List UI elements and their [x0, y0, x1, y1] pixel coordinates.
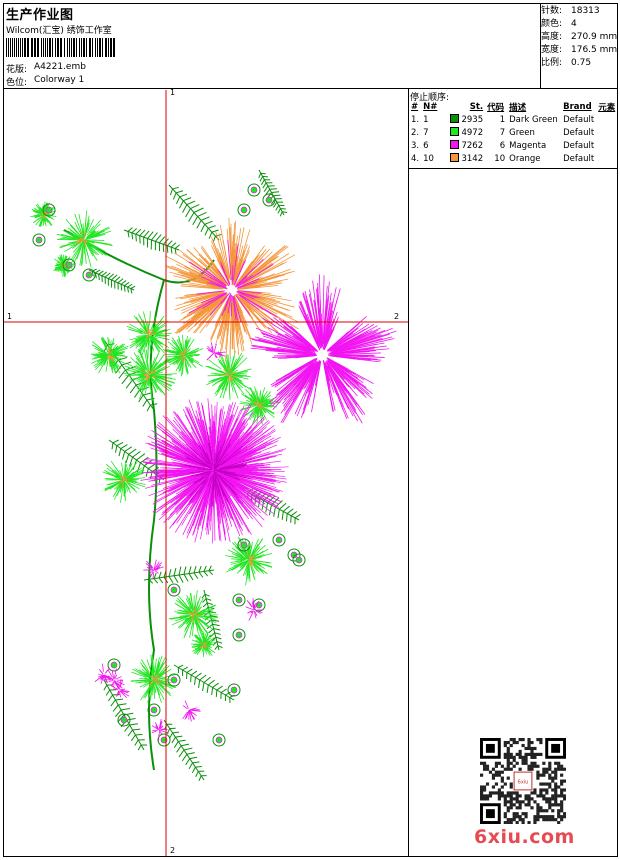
stat-value: 270.9 mm [571, 32, 618, 42]
table-row: 2. 7 4972 7 Green Default [409, 126, 617, 139]
row-n: 7 [423, 127, 429, 138]
row-st: 2935 [443, 113, 485, 126]
stat-label: 高度: [541, 32, 563, 42]
panel-divider [408, 88, 409, 857]
stat-label: 比例: [541, 58, 563, 68]
row-desc: Green [509, 127, 535, 138]
col-code: 代码 [487, 103, 505, 113]
row-element [596, 126, 617, 139]
col-desc: 描述 [509, 103, 527, 113]
col-st: St. [469, 102, 484, 112]
row-element [596, 113, 617, 126]
colorway-value: Colorway 1 [34, 75, 85, 85]
row-brand: Default [563, 153, 595, 164]
stitch-count: 7262 [461, 141, 484, 151]
design-row: 花版: A4221.emb [6, 62, 86, 75]
row-element [596, 139, 617, 152]
col-n: N# [423, 102, 438, 112]
row-num: 2. [411, 127, 420, 138]
row-n: 10 [423, 153, 434, 164]
row-st: 7262 [443, 139, 485, 152]
table-row: 3. 6 7262 6 Magenta Default [409, 139, 617, 152]
row-code: 1 [499, 114, 506, 125]
color-swatch [449, 140, 459, 149]
row-desc: Dark Green [509, 114, 558, 125]
axis-label-left: 1 [7, 312, 13, 321]
row-num: 3. [411, 140, 420, 151]
row-num: 1. [411, 114, 420, 125]
design-stats: 针数: 18313 颜色: 4 高度: 270.9 mm 宽度: 176.5 mm 比例… [541, 5, 617, 70]
embroidery-artwork [30, 169, 397, 781]
watermark-logo: 6xiu.com [474, 826, 575, 848]
row-code: 10 [494, 153, 506, 164]
qr-code-icon: 6xiu [480, 738, 566, 824]
row-st: 4972 [443, 126, 485, 139]
stat-colors: 颜色: 4 [541, 18, 617, 31]
stat-scale: 比例: 0.75 [541, 57, 617, 70]
colorway-label: 色位: [6, 78, 28, 88]
color-swatch [449, 153, 459, 162]
page-title: 生产作业图 [6, 8, 74, 23]
col-element: 元素 [598, 103, 616, 113]
table-row: 4. 10 3142 10 Orange Default [409, 152, 617, 165]
row-desc: Magenta [509, 140, 547, 151]
table-divider [408, 168, 618, 169]
row-element [596, 152, 617, 165]
embroidery-design-canvas [4, 90, 408, 856]
stat-value: 18313 [571, 6, 600, 16]
row-brand: Default [563, 114, 595, 125]
row-st: 3142 [443, 152, 485, 165]
row-n: 1 [423, 114, 429, 125]
stat-value: 4 [571, 19, 577, 29]
axis-label-top: 1 [170, 88, 176, 97]
design-value: A4221.emb [34, 62, 86, 72]
design-label: 花版: [6, 65, 28, 75]
row-num: 4. [411, 153, 420, 164]
stat-width: 宽度: 176.5 mm [541, 44, 617, 57]
stat-height: 高度: 270.9 mm [541, 31, 617, 44]
stitch-count: 4972 [461, 128, 484, 138]
barcode-icon [6, 38, 115, 57]
col-brand: Brand [563, 102, 592, 112]
color-swatch [449, 127, 459, 136]
stat-value: 0.75 [571, 58, 592, 68]
stat-label: 宽度: [541, 45, 563, 55]
axis-label-bottom: 2 [170, 846, 176, 855]
stat-stitches: 针数: 18313 [541, 5, 617, 18]
stat-value: 176.5 mm [571, 45, 618, 55]
table-header-row: # N# St. 代码 描述 Brand 元素 [409, 101, 617, 113]
row-brand: Default [563, 140, 595, 151]
color-swatch [449, 114, 459, 123]
header-divider [3, 88, 618, 89]
row-desc: Orange [509, 153, 541, 164]
col-hash: # [411, 102, 419, 112]
table-row: 1. 1 2935 1 Dark Green Default [409, 113, 617, 126]
stitch-count: 3142 [461, 154, 484, 164]
software-name: Wilcom(汇宝) 绣饰工作室 [6, 26, 112, 36]
row-code: 6 [499, 140, 506, 151]
svg-text:6xiu: 6xiu [518, 779, 529, 785]
stitch-count: 2935 [461, 115, 484, 125]
row-n: 6 [423, 140, 429, 151]
row-code: 7 [499, 127, 506, 138]
stop-sequence-table: # N# St. 代码 描述 Brand 元素 1. 1 2935 1 Dark Gr… [409, 101, 617, 165]
row-brand: Default [563, 127, 595, 138]
colorway-row: 色位: Colorway 1 [6, 75, 84, 88]
stat-label: 针数: [541, 6, 563, 16]
axis-label-right: 2 [394, 312, 400, 321]
stat-label: 颜色: [541, 19, 563, 29]
